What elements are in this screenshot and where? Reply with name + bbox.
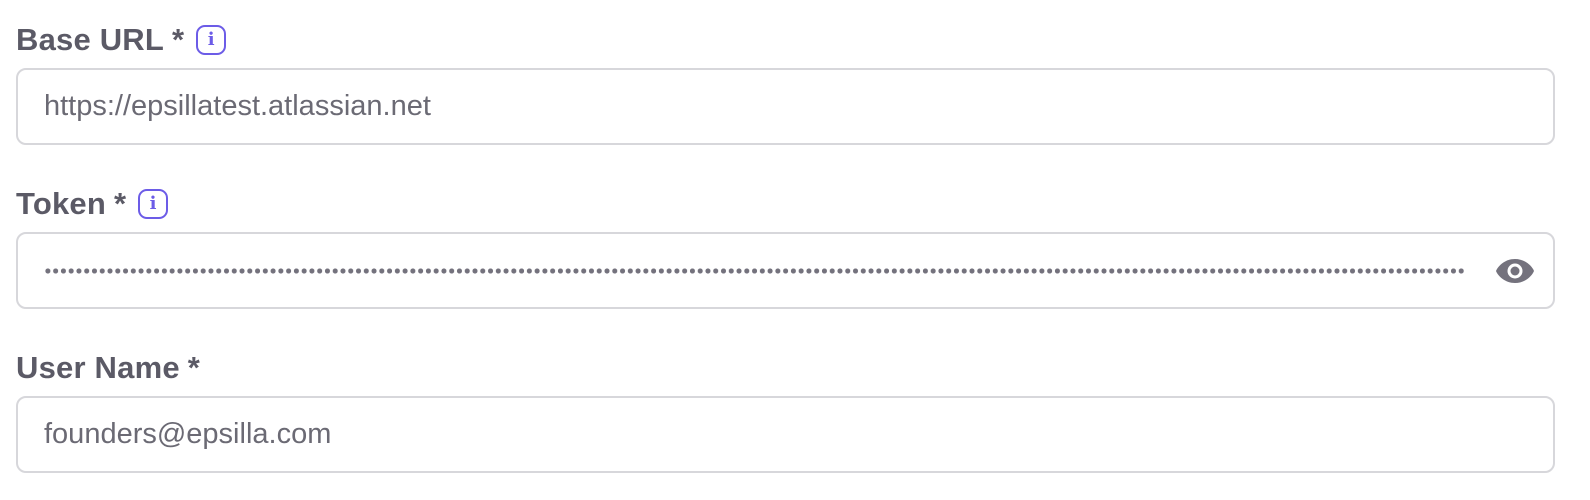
required-mark: * xyxy=(187,350,200,385)
base-url-input-box xyxy=(16,68,1555,145)
user-name-input-box xyxy=(16,396,1555,473)
user-name-label: User Name xyxy=(16,350,180,385)
info-icon[interactable]: i xyxy=(138,189,169,219)
user-name-input[interactable] xyxy=(44,418,1473,451)
required-mark: * xyxy=(172,22,185,57)
required-mark: * xyxy=(114,186,127,221)
user-name-label-row: User Name * xyxy=(16,346,1555,390)
token-input-box[interactable] xyxy=(16,232,1555,309)
base-url-label-row: Base URL * i xyxy=(16,18,1555,62)
token-label: Token xyxy=(16,186,106,221)
base-url-label: Base URL xyxy=(16,22,165,57)
eye-icon[interactable] xyxy=(1495,256,1535,286)
info-icon[interactable]: i xyxy=(196,25,227,55)
token-masked-value[interactable] xyxy=(44,266,1466,275)
base-url-input[interactable] xyxy=(44,90,1473,123)
connection-form: Base URL * i Token * i Us xyxy=(0,0,1590,500)
base-url-field: Base URL * i xyxy=(16,18,1555,145)
user-name-field: User Name * xyxy=(16,346,1555,473)
token-label-row: Token * i xyxy=(16,182,1555,226)
token-field: Token * i xyxy=(16,182,1555,309)
